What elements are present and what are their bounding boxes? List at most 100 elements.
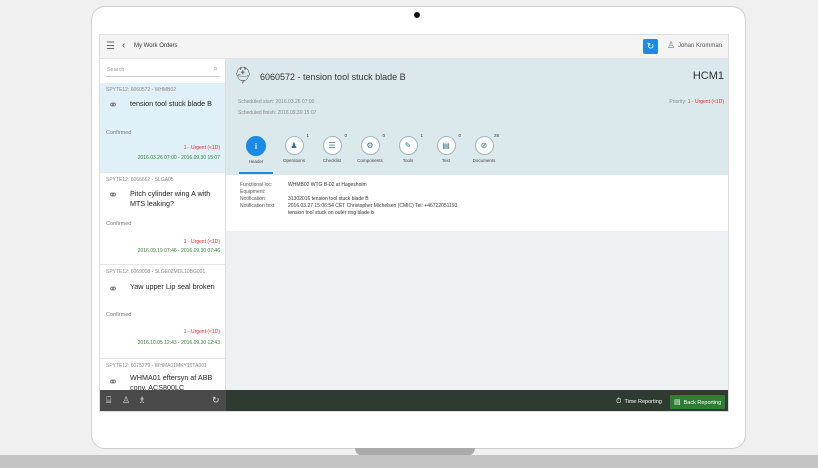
list-item[interactable]: SPYTE12: 6075279 - WHMA01MKY10TA001 ⚭ WH… [100,359,225,390]
list-item-dates: 2016.09.19 07:46 - 2016.09.30 07:46 [137,248,220,254]
list-item-dates: 2016.10.05 12:43 - 2016.09.30 12:43 [137,340,220,346]
tab-checklist[interactable]: ☰ 0 Checklist [314,133,350,163]
detail-footer: ⏱ Time Reporting ▤ Back Reporting [226,390,728,411]
back-reporting-button[interactable]: ▤ Back Reporting [670,395,726,409]
list-item[interactable]: SPYTE12: 6060572 - WHMB02 ⚭ tension tool… [100,83,225,173]
scheduled-start: Scheduled start: 2016.03.26 07:00 [238,99,315,105]
field-label: Equipment: [240,189,266,195]
back-icon[interactable]: ‹ [122,40,125,51]
list-item-status: Confirmed [106,221,132,227]
chevron-down-icon[interactable]: ⌄ [719,42,724,49]
sync-icon[interactable]: ↻ [212,395,220,406]
list-item-id: SPYTE12: 6069008 - SLGE02MDL10BG001 [106,269,206,275]
work-order-list: Search ⌕ SPYTE12: 6060572 - WHMB02 ⚭ ten… [100,59,226,390]
list-item-priority: 1 - Urgent (<1D) [183,145,220,151]
info-icon: i [246,136,266,156]
field-label: Notification: [240,196,267,202]
button-label: Time Reporting [624,399,662,405]
tab-count: 0 [344,133,347,138]
list-item-title: tension tool stuck blade B [130,99,212,108]
list-item-title: Pitch cylinder wing A with MTS leaking? [130,189,211,208]
tab-documents[interactable]: ⊘ 28 Documents [466,133,502,163]
tab-components[interactable]: ⚙ 0 Components [352,133,388,163]
tab-label: Components [357,158,383,163]
tab-count: 1 [420,133,423,138]
list-item-id: SPYTE12: 6075279 - WHMA01MKY10TA001 [106,363,207,369]
tab-label: Documents [472,158,496,163]
notification-icon[interactable]: ↻ [643,39,658,54]
clock-icon: ⏱ [616,398,622,405]
menu-icon[interactable]: ☰ [106,41,115,52]
list-item-dates: 2016.03.26 07:00 - 2016.09.30 15:07 [137,155,220,161]
tab-count: 0 [382,133,385,138]
group-icon[interactable]: ♗ [138,395,146,406]
list-item[interactable]: SPYTE12: 6069008 - SLGE02MDL10BG001 ⚭ Ya… [100,265,225,359]
list-item-id: SPYTE12: 6060572 - WHMB02 [106,87,177,93]
search-input[interactable]: Search ⌕ [106,64,220,77]
list-item-status: Confirmed [106,130,132,136]
field-value: WHMB02 WTG B-02 at Hagesholm [288,182,367,188]
field-label: Functional loc: [240,182,273,188]
field-value: tension tool stuck on outer ring blade b [288,210,374,216]
work-order-detail: ⛑ ✓ 6060572 - tension tool stuck blade B… [226,59,728,390]
list-item-title: Yaw upper Lip seal broken [130,282,215,291]
list-item-id: SPYTE12: 6066662 - SLGA05 [106,177,174,183]
user-icon[interactable]: ♙ [667,40,675,51]
tab-count: 28 [493,133,499,138]
tab-text[interactable]: ▤ 0 Text [428,133,464,163]
tab-operations[interactable]: ♟ 1 Operations [276,133,312,163]
plant-code: HCM1 [692,70,724,82]
list-footer: ⌸ ♙ ♗ ↻ [100,390,226,411]
tab-header[interactable]: i Header [238,136,274,164]
shell-bar: ☰ ‹ My Work Orders ↻ ♙ Johan Kromman ⌄ [100,35,728,59]
team-icon: ⚭ [108,98,119,112]
list-item-title: WHMA01 eftersyn af ABB conv. ACS800LC [130,373,213,390]
active-tab-indicator [239,172,273,174]
page-title: My Work Orders [134,43,178,49]
field-value: 31302016 tension tool stuck blade B [288,196,369,202]
time-reporting-button[interactable]: ⏱ Time Reporting [612,395,666,409]
scheduled-finish: Scheduled finish: 2016.09.30 15:07 [238,110,317,116]
team-icon: ⚭ [108,375,119,389]
field-value: 2016.03.27 15:06:54 CET Christopher Mich… [288,203,458,209]
notification-row: Notification: 31302016 tension tool stuck… [240,196,369,202]
tab-label: Checklist [322,158,342,163]
camera-dot [414,12,420,18]
checklist-icon: ☰ [322,136,342,155]
search-icon[interactable]: ⌕ [214,64,218,74]
tab-tools[interactable]: ✎ 1 Tools [390,133,426,163]
tab-label: Tools [402,158,414,163]
tab-count: 0 [458,133,461,138]
team-icon: ⚭ [108,282,119,296]
functional-loc-row: Functional loc: WHMB02 WTG B-02 at Hagesh… [240,182,367,188]
user-name[interactable]: Johan Kromman [678,43,722,49]
app-screen: ☰ ‹ My Work Orders ↻ ♙ Johan Kromman ⌄ S… [99,34,729,412]
operations-icon: ♟ [284,136,304,155]
person-icon[interactable]: ♙ [122,395,130,406]
notification-text-row: Notification text: 2016.03.27 15:06:54 CE… [240,203,457,209]
priority: Priority: 1 - Urgent (<1D) [669,99,724,105]
text-icon: ▤ [436,136,456,155]
list-item[interactable]: SPYTE12: 6066662 - SLGA05 ⚭ Pitch cylind… [100,173,225,265]
priority-value: 1 - Urgent (<1D) [687,99,724,105]
tools-icon: ✎ [398,136,418,155]
search-placeholder: Search [107,67,125,73]
list-item-priority: 1 - Urgent (<1D) [183,329,220,335]
priority-label: Priority: [669,99,687,105]
tab-label: Text [441,158,451,163]
field-label: Notification text: [240,203,276,209]
list-item-priority: 1 - Urgent (<1D) [183,239,220,245]
barcode-icon[interactable]: ⌸ [106,395,111,406]
tab-label: Header [248,159,264,164]
attachment-icon: ⊘ [474,136,494,155]
laptop-base [0,455,818,468]
tab-count: 1 [306,133,309,138]
equipment-row: Equipment: [240,189,288,195]
detail-title: 6060572 - tension tool stuck blade B [260,72,406,82]
list-item-status: Confirmed [106,312,132,318]
header-tab-content: Functional loc: WHMB02 WTG B-02 at Hagesh… [226,175,728,231]
notification-text-row-2: tension tool stuck on outer ring blade b [240,210,374,216]
report-icon: ▤ [674,399,681,406]
components-icon: ⚙ [360,136,380,155]
button-label: Back Reporting [683,400,722,406]
